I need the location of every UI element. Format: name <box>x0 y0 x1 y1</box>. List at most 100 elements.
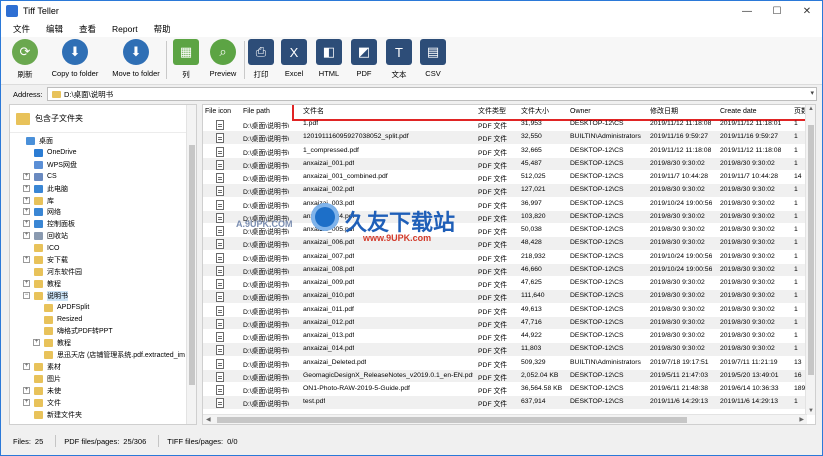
table-row[interactable]: D:\桌面\说明书\ anxaizai_011.pdf PDF 文件 49,613 DE… <box>203 304 807 317</box>
chevron-down-icon[interactable]: ▾ <box>810 89 814 97</box>
expand-toggle-icon[interactable]: + <box>23 398 30 406</box>
table-row[interactable]: D:\桌面\说明书\ anxaizai_014.pdf PDF 文件 11,803 DE… <box>203 343 807 356</box>
scroll-right-icon[interactable]: ▶ <box>799 416 804 423</box>
minimize-button[interactable]: — <box>732 1 762 21</box>
table-row[interactable]: D:\桌面\说明书\ anxaizai_002.pdf PDF 文件 127,021 D… <box>203 184 807 197</box>
table-row[interactable]: D:\桌面\说明书\ anxaizai_Deleted.pdf PDF 文件 509,… <box>203 357 807 370</box>
tree-item-label: 控制面板 <box>47 221 75 229</box>
cell-file-path: D:\桌面\说明书\ <box>243 215 290 223</box>
scroll-down-icon[interactable]: ▼ <box>808 408 814 414</box>
tree-item[interactable]: APDFSplit <box>44 302 89 314</box>
tree-item[interactable]: ICO <box>34 242 59 254</box>
table-vertical-thumb[interactable] <box>808 125 814 375</box>
table-row[interactable]: D:\桌面\说明书\ 120191116095927038052_split.pd… <box>203 131 807 144</box>
tree-item[interactable]: + 教程 <box>33 337 71 349</box>
pdf-file-icon <box>216 345 224 356</box>
tree-item[interactable]: + 网络 <box>23 206 61 218</box>
expand-toggle-icon[interactable]: + <box>23 232 30 240</box>
tree-item[interactable]: 嗨格式PDF转PPT <box>44 325 113 337</box>
tree-item[interactable]: 河东软件园 <box>34 266 82 278</box>
table-row[interactable]: D:\桌面\说明书\ 1.pdf PDF 文件 31,953 DESKTOP-12\CS… <box>203 118 807 131</box>
table-row[interactable]: D:\桌面\说明书\ anxaizai_007.pdf PDF 文件 218,932 D… <box>203 251 807 264</box>
table-row[interactable]: D:\桌面\说明书\ anxaizai_008.pdf PDF 文件 46,660 DE… <box>203 263 807 277</box>
tree-item[interactable]: 图片 <box>34 373 61 385</box>
table-row[interactable]: D:\桌面\说明书\ anxaizai_009.pdf PDF 文件 47,625 DE… <box>203 277 807 290</box>
cell-modified-date: 2019/8/30 9:30:02 <box>650 292 705 300</box>
scroll-up-icon[interactable]: ▲ <box>808 106 814 112</box>
cell-create-date: 2019/11/12 11:18:01 <box>720 120 782 127</box>
close-button[interactable]: ✕ <box>792 1 822 21</box>
cell-pages: 1 <box>794 239 798 247</box>
tree-item[interactable]: + 回收站 <box>23 230 68 242</box>
menu-view[interactable]: 查看 <box>79 23 96 35</box>
expand-toggle-icon[interactable]: + <box>23 386 30 394</box>
table-row[interactable]: D:\桌面\说明书\ anxaizai_012.pdf PDF 文件 47,716 DE… <box>203 316 807 330</box>
table-row[interactable]: D:\桌面\说明书\ anxaizai_005.pdf PDF 文件 50,038 DE… <box>203 224 807 237</box>
table-row[interactable]: D:\桌面\说明书\ ON1-Photo-RAW-2019-5-Guide.pdf… <box>203 383 807 396</box>
col-file-icon[interactable]: File icon <box>205 105 231 117</box>
expand-toggle-icon[interactable]: + <box>23 196 30 204</box>
table-horizontal-thumb[interactable] <box>217 417 687 423</box>
expand-toggle-icon[interactable]: + <box>33 339 40 347</box>
table-horizontal-scrollbar[interactable]: ◀ ▶ <box>203 414 807 424</box>
tree-item[interactable]: + 安下载 <box>23 254 68 266</box>
menu-report[interactable]: Report <box>112 24 138 34</box>
include-subfolders-toggle[interactable]: 包含子文件夹 <box>10 105 196 133</box>
expand-toggle-icon[interactable]: + <box>23 256 30 263</box>
tree-item[interactable]: + 教程 <box>23 278 61 290</box>
cell-create-date: 2019/7/11 11:21:19 <box>720 358 778 366</box>
table-row[interactable]: D:\桌面\说明书\ 1_compressed.pdf PDF 文件 32,665 DE… <box>203 145 807 158</box>
tree-item[interactable]: Resized <box>44 314 82 326</box>
expand-toggle-icon[interactable]: + <box>23 363 30 371</box>
cell-file-size: 31,953 <box>521 120 542 127</box>
table-row[interactable]: D:\桌面\说明书\ test.pdf PDF 文件 637,914 DESKTOP-1… <box>203 396 807 409</box>
expand-toggle-icon[interactable]: + <box>23 220 30 228</box>
table-row[interactable]: D:\桌面\说明书\ anxaizai_006.pdf PDF 文件 48,428 DE… <box>203 237 807 250</box>
cell-file-path: D:\桌面\说明书\ <box>243 136 290 144</box>
cell-file-size: 127,021 <box>521 186 546 194</box>
tree-item[interactable]: + 未使 <box>23 385 61 397</box>
folder-icon <box>44 327 53 336</box>
tree-scrollbar[interactable] <box>186 105 196 424</box>
tree-item[interactable]: + 此电脑 <box>23 183 68 195</box>
cell-file-size: 45,487 <box>521 159 542 167</box>
scroll-left-icon[interactable]: ◀ <box>206 416 211 423</box>
cell-file-type: PDF 文件 <box>478 215 508 223</box>
toolbar-button-copy-to-folder[interactable]: ⬇ Copy to folder <box>45 39 105 78</box>
menu-edit[interactable]: 编辑 <box>46 23 63 35</box>
toolbar-button-csv[interactable]: ▤ CSV <box>403 39 463 78</box>
tree-item[interactable]: WPS网盘 <box>34 159 77 171</box>
table-row[interactable]: D:\桌面\说明书\ anxaizai_001.pdf PDF 文件 45,487 DE… <box>203 157 807 171</box>
menu-file[interactable]: 文件 <box>13 23 30 35</box>
cell-file-size: 103,820 <box>521 212 546 220</box>
tree-item[interactable]: + 素材 <box>23 361 61 373</box>
expand-toggle-icon[interactable]: + <box>23 172 30 180</box>
tree-item[interactable]: 新建文件夹 <box>34 409 82 421</box>
tree-item[interactable]: + 库 <box>23 195 54 207</box>
menu-help[interactable]: 帮助 <box>154 23 171 35</box>
expand-toggle-icon[interactable]: − <box>23 291 30 299</box>
tree-item[interactable]: + 文件 <box>23 397 61 409</box>
cell-file-path: D:\桌面\说明书\ <box>243 388 290 395</box>
table-vertical-scrollbar[interactable]: ▲ ▼ <box>805 105 815 415</box>
table-row[interactable]: D:\桌面\说明书\ GeomagicDesignX_ReleaseNotes_v… <box>203 369 807 383</box>
tree-item[interactable]: − 说明书 <box>23 290 68 302</box>
tree-scroll-thumb[interactable] <box>189 145 195 385</box>
tree-item[interactable]: + 控制面板 <box>23 218 75 230</box>
address-field[interactable]: D:\桌面\说明书 ▾ <box>47 87 817 101</box>
table-row[interactable]: D:\桌面\说明书\ anxaizai_004.pdf PDF 文件 103,820 D… <box>203 210 807 224</box>
table-row[interactable]: D:\桌面\说明书\ anxaizai_001_combined.pdf PDF 文… <box>203 171 807 184</box>
expand-toggle-icon[interactable]: + <box>23 279 30 287</box>
expand-toggle-icon[interactable]: + <box>23 184 30 192</box>
col-file-path[interactable]: File path <box>243 105 270 117</box>
table-row[interactable]: D:\桌面\说明书\ anxaizai_003.pdf PDF 文件 36,997 DE… <box>203 198 807 211</box>
tree-item[interactable]: OneDrive <box>34 147 77 159</box>
table-row[interactable]: D:\桌面\说明书\ anxaizai_013.pdf PDF 文件 44,922 DE… <box>203 330 807 343</box>
table-row[interactable]: D:\桌面\说明书\ anxaizai_010.pdf PDF 文件 111,640 D… <box>203 290 807 303</box>
expand-toggle-icon[interactable]: + <box>23 208 30 216</box>
maximize-button[interactable]: ☐ <box>762 1 792 21</box>
tree-item[interactable]: 桌面 <box>26 135 53 147</box>
pdf-file-icon <box>216 212 224 223</box>
tree-item[interactable]: 思迅天店 (店铺管理系统.pdf.extracted_im <box>44 349 185 361</box>
tree-item[interactable]: + CS <box>23 171 57 183</box>
